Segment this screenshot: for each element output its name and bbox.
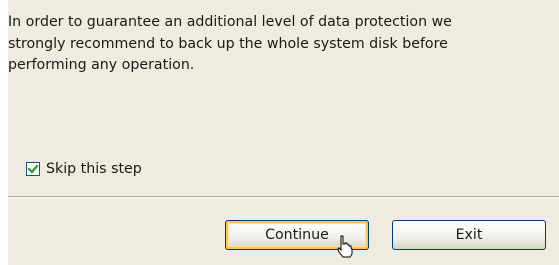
- skip-step-checkbox[interactable]: [26, 162, 40, 176]
- skip-step-option[interactable]: Skip this step: [26, 159, 142, 179]
- hand-pointer-icon: [337, 235, 353, 258]
- backup-recommendation-message: In order to guarantee an additional leve…: [8, 14, 452, 73]
- skip-step-label[interactable]: Skip this step: [46, 161, 142, 177]
- check-icon: [27, 164, 39, 174]
- divider: [8, 196, 559, 198]
- exit-button[interactable]: Exit: [392, 220, 546, 250]
